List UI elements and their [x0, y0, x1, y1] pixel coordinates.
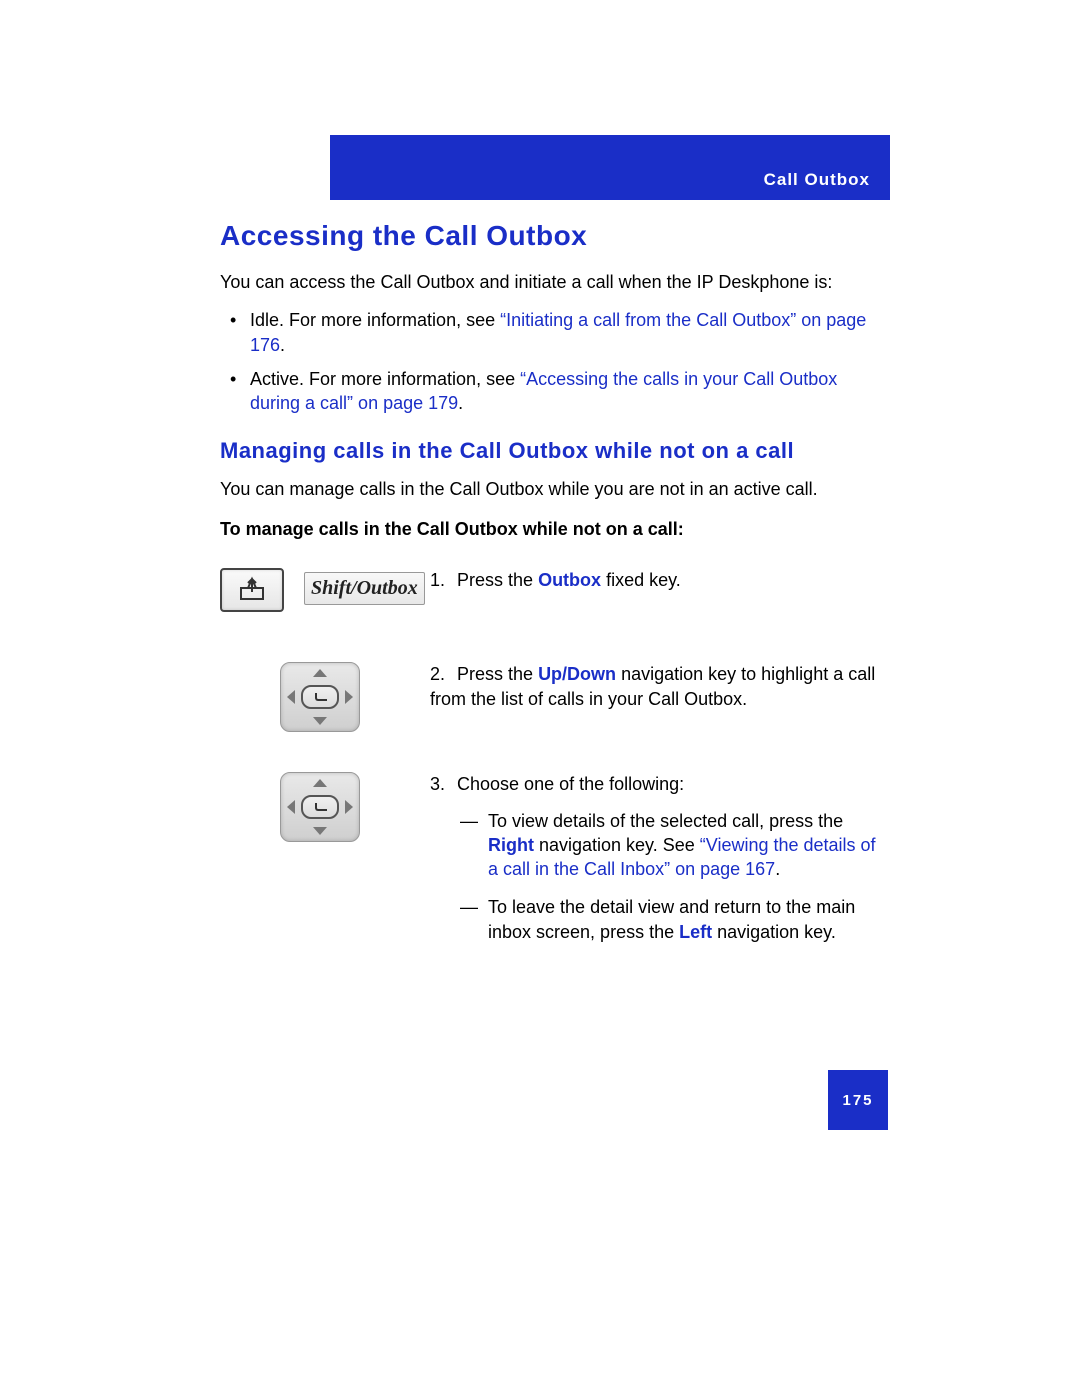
step-1-icons: Shift/Outbox [220, 568, 430, 612]
bullet-text-post: . [280, 335, 285, 355]
bullet-text: Active. For more information, see [250, 369, 520, 389]
nav-left-icon [287, 800, 295, 814]
step-3-text: 3. Choose one of the following: To view … [430, 772, 880, 958]
step-number: 3. [430, 772, 452, 796]
intro-bullet-list: Idle. For more information, see “Initiat… [220, 308, 880, 415]
sub-item-right-key: To view details of the selected call, pr… [460, 809, 880, 882]
section-paragraph: You can manage calls in the Call Outbox … [220, 477, 880, 501]
bullet-idle: Idle. For more information, see “Initiat… [220, 308, 880, 357]
shift-outbox-label: Shift/Outbox [304, 572, 425, 605]
key-name-outbox: Outbox [538, 570, 601, 590]
nav-left-icon [287, 690, 295, 704]
outbox-key-icon [220, 568, 284, 612]
nav-enter-icon [301, 685, 339, 709]
nav-right-icon [345, 690, 353, 704]
nav-down-icon [313, 827, 327, 835]
step-number: 1. [430, 568, 452, 592]
step-row-1: Shift/Outbox 1. Press the Outbox fixed k… [220, 568, 880, 612]
bullet-text-post: . [458, 393, 463, 413]
sub-text-post: . [775, 859, 780, 879]
sub-text-pre: To view details of the selected call, pr… [488, 811, 843, 831]
step-1-text: 1. Press the Outbox fixed key. [430, 568, 880, 592]
step-row-2: 2. Press the Up/Down navigation key to h… [220, 662, 880, 732]
nav-right-icon [345, 800, 353, 814]
navigation-pad-icon [280, 662, 360, 732]
header-section-label: Call Outbox [764, 170, 870, 190]
key-name-updown: Up/Down [538, 664, 616, 684]
document-page: Call Outbox Accessing the Call Outbox Yo… [0, 0, 1080, 1397]
key-name-left: Left [679, 922, 712, 942]
step-3-icons [220, 772, 430, 842]
sub-text-mid: navigation key. See [534, 835, 700, 855]
step-2-text: 2. Press the Up/Down navigation key to h… [430, 662, 880, 711]
sub-text-post: navigation key. [712, 922, 836, 942]
page-title: Accessing the Call Outbox [220, 220, 880, 252]
step-row-3: 3. Choose one of the following: To view … [220, 772, 880, 958]
procedure-title: To manage calls in the Call Outbox while… [220, 519, 880, 540]
intro-paragraph: You can access the Call Outbox and initi… [220, 270, 880, 294]
sub-item-left-key: To leave the detail view and return to t… [460, 895, 880, 944]
bullet-active: Active. For more information, see “Acces… [220, 367, 880, 416]
step-text-post: fixed key. [601, 570, 681, 590]
nav-enter-icon [301, 795, 339, 819]
nav-up-icon [313, 779, 327, 787]
step-number: 2. [430, 662, 452, 686]
key-name-right: Right [488, 835, 534, 855]
page-number: 175 [828, 1070, 888, 1130]
nav-down-icon [313, 717, 327, 725]
step-2-icons [220, 662, 430, 732]
nav-up-icon [313, 669, 327, 677]
step-text-pre: Press the [457, 570, 538, 590]
step-3-sublist: To view details of the selected call, pr… [430, 809, 880, 944]
bullet-text: Idle. For more information, see [250, 310, 500, 330]
navigation-pad-icon [280, 772, 360, 842]
content-area: Accessing the Call Outbox You can access… [220, 220, 880, 958]
header-band: Call Outbox [330, 135, 890, 200]
step-3-intro: Choose one of the following: [457, 774, 684, 794]
section-heading: Managing calls in the Call Outbox while … [220, 437, 880, 465]
step-text-pre: Press the [457, 664, 538, 684]
